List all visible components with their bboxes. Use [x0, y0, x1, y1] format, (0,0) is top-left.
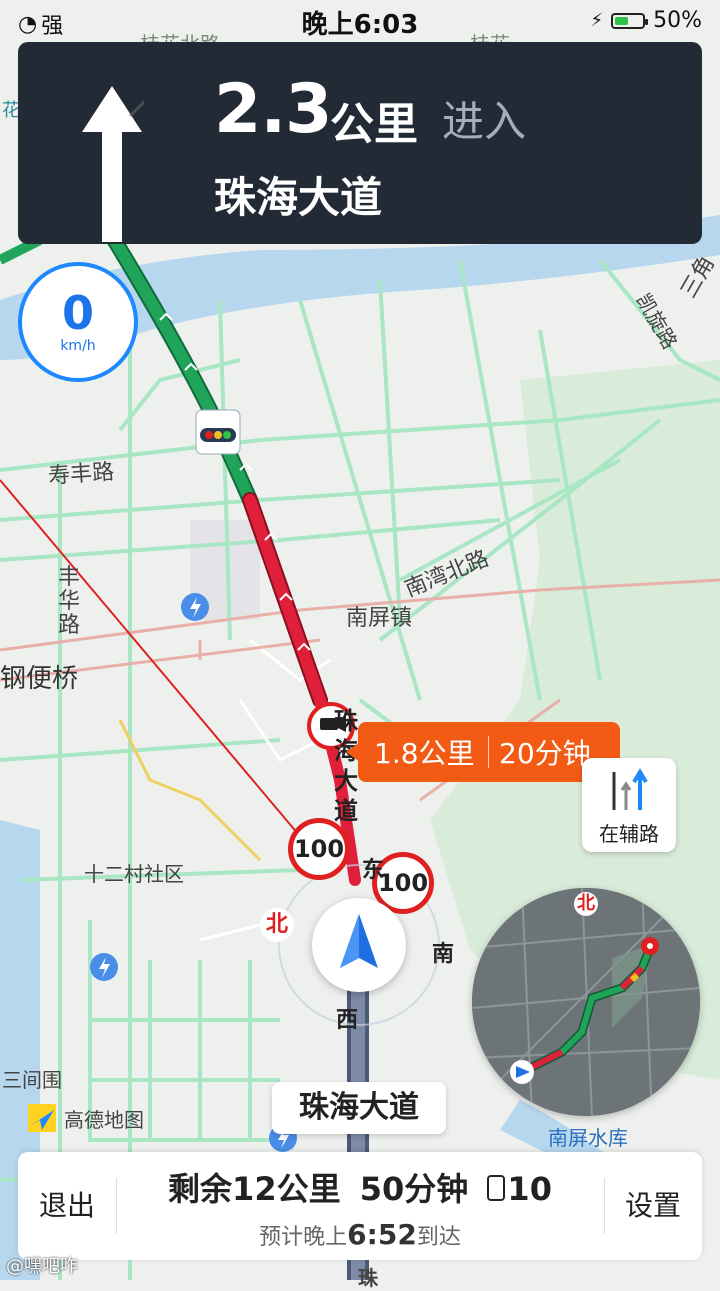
amap-logo-icon: [28, 1104, 56, 1132]
current-road-label: 珠海大道: [272, 1082, 446, 1134]
amap-logo: 高德地图: [26, 1102, 144, 1134]
map-label-fenghua: 丰华路: [58, 565, 81, 638]
compass-east: 东: [362, 858, 385, 883]
map-label-reservoir: 南屏水库: [548, 1126, 628, 1150]
logo-text: 高德地图: [64, 1107, 144, 1132]
segment-time: 20分钟: [499, 737, 591, 770]
map-label-zhu-bottom: 珠: [358, 1266, 378, 1290]
minimap-canvas: [472, 888, 700, 1116]
next-turn-unit: 公里: [330, 99, 418, 150]
compass-west: 西: [336, 1008, 359, 1033]
map-label-shiercun: 十二村社区: [84, 862, 184, 886]
remaining-time: 50分钟: [359, 1170, 469, 1208]
trip-summary: 剩余12公里 50分钟 10: [116, 1164, 604, 1210]
next-turn-distance: 2.3: [214, 70, 332, 149]
compass-south: 南: [432, 942, 455, 967]
speed-unit: km/h: [60, 338, 96, 354]
exit-button[interactable]: 退出: [18, 1152, 116, 1260]
compass-north: 北: [260, 908, 294, 942]
traffic-light-count: 10: [507, 1170, 552, 1208]
congestion-segment-bubble[interactable]: 1.8公里 20分钟: [346, 722, 620, 782]
side-road-icon: [612, 768, 648, 810]
status-bar: ◔ 强 晚上6:03 ⚡ 50%: [0, 0, 720, 42]
minimap-north: 北: [574, 892, 598, 916]
segment-divider: [488, 736, 489, 768]
battery-icon: [611, 12, 649, 29]
route-overview-minimap[interactable]: 北 南屏水库: [472, 888, 700, 1116]
speedometer: 0 km/h: [18, 262, 138, 382]
eta-prefix: 预计晚上: [259, 1225, 348, 1250]
traffic-light-icon: [487, 1175, 506, 1201]
eta-line: 预计晚上6:52到达: [116, 1218, 604, 1251]
bottom-trip-bar: 退出 剩余12公里 50分钟 10 预计晚上6:52到达 设置: [18, 1152, 702, 1260]
eta-suffix: 到达: [416, 1225, 461, 1250]
map-label-sanjianwei: 三间围: [2, 1068, 62, 1092]
map-label-shoufeng: 寿丰路: [47, 459, 115, 490]
remaining-distance: 12公里: [232, 1170, 341, 1208]
side-road-button[interactable]: 在辅路: [582, 758, 676, 852]
side-road-label: 在辅路: [599, 822, 659, 846]
watermark: @嘿吧咋: [6, 1256, 78, 1277]
map-label-nanping: 南屏镇: [346, 606, 413, 631]
next-road-name: 珠海大道: [214, 173, 383, 222]
battery-percent: 50%: [653, 8, 702, 33]
remaining-prefix: 剩余: [168, 1170, 233, 1208]
next-turn-action: 进入: [442, 97, 527, 146]
segment-distance: 1.8公里: [374, 737, 475, 770]
map-label-gangbian: 钢便桥: [0, 664, 79, 694]
navigation-guidance-card[interactable]: 2.3 公里 进入 珠海大道: [18, 42, 702, 244]
eta-time: 6:52: [347, 1218, 417, 1251]
speed-limit-sign: 100: [288, 818, 350, 880]
charging-icon: ⚡: [590, 10, 604, 31]
settings-button[interactable]: 设置: [604, 1152, 702, 1260]
current-speed: 0: [61, 286, 94, 340]
straight-arrow-icon: [82, 86, 144, 242]
navigation-arrow-icon: [340, 914, 378, 968]
car-position-marker[interactable]: [312, 898, 406, 992]
battery-indicator: ⚡ 50%: [590, 8, 702, 33]
